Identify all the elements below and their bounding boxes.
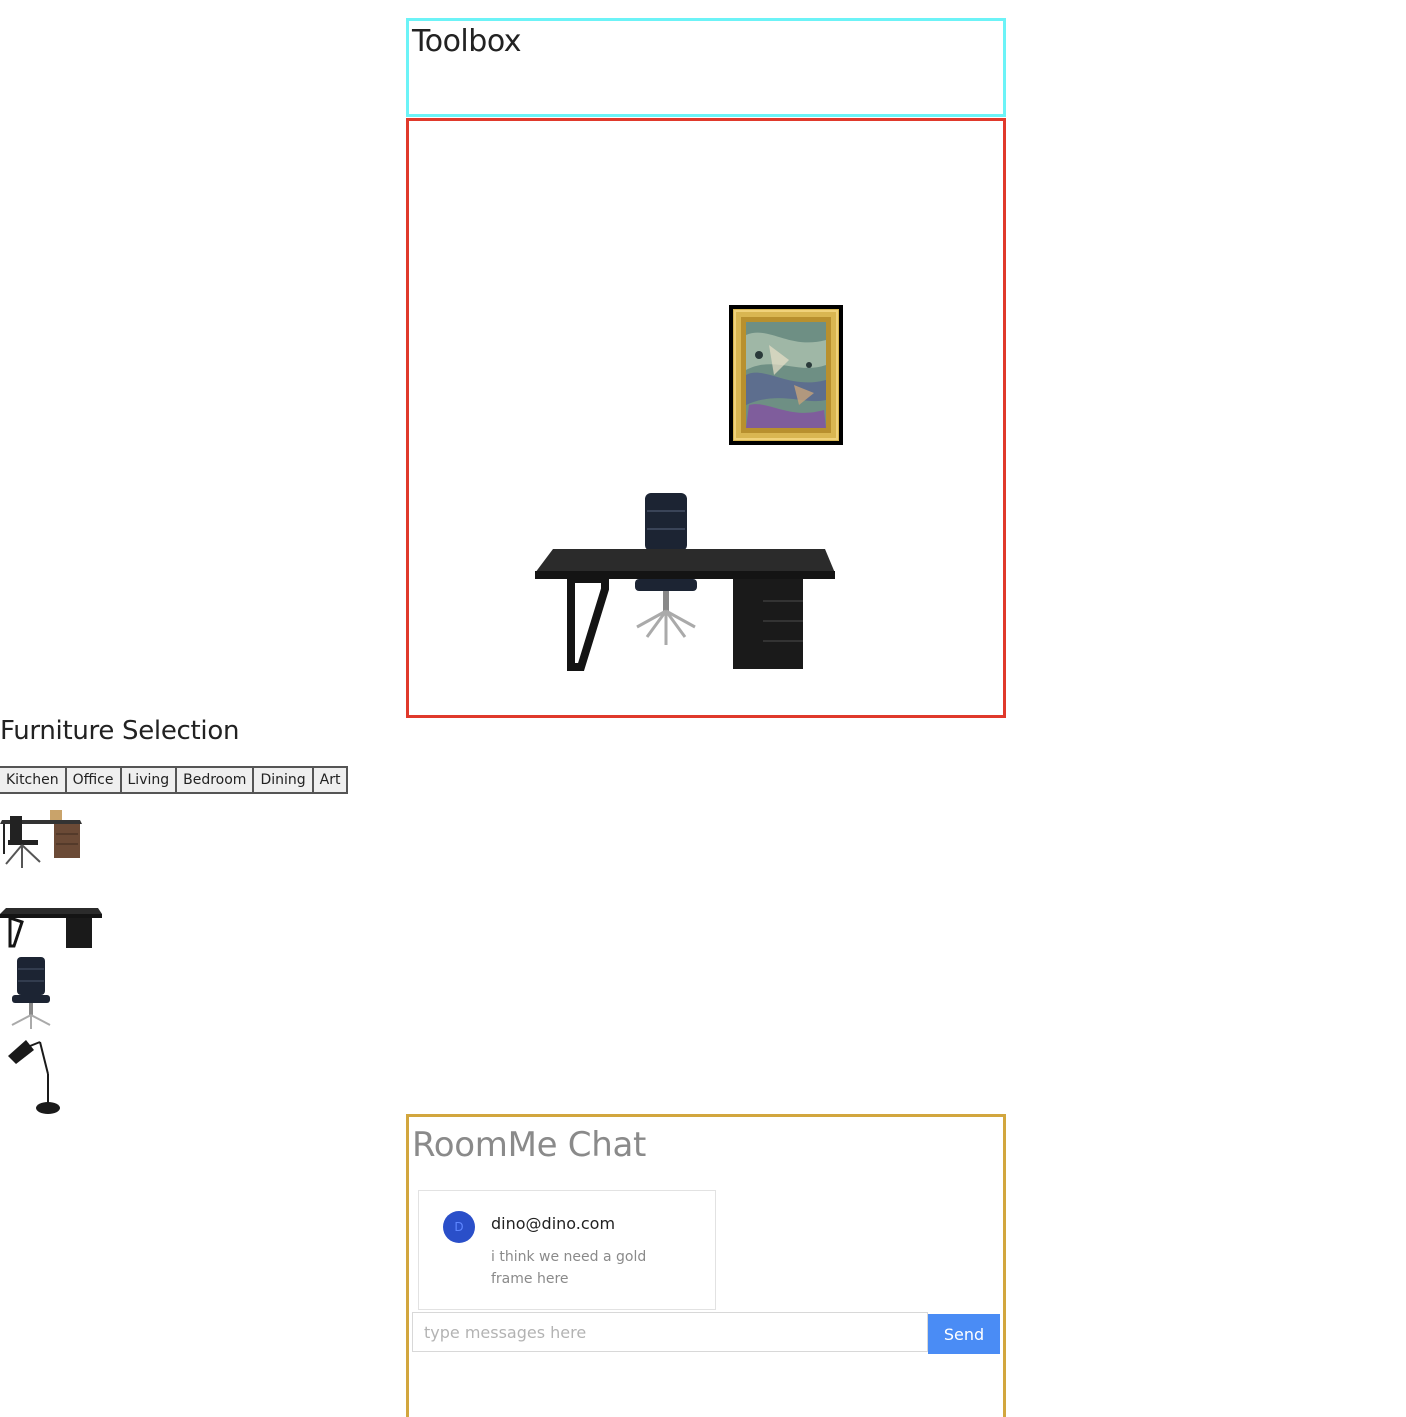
chat-title: RoomMe Chat xyxy=(412,1125,647,1165)
furniture-item-desk-set[interactable] xyxy=(0,806,84,872)
canvas-item-framed-painting[interactable] xyxy=(729,305,843,445)
furniture-item-desk-lamp[interactable] xyxy=(0,1034,64,1116)
furniture-item-black-desk[interactable] xyxy=(0,904,104,950)
room-canvas[interactable] xyxy=(406,118,1006,718)
chat-message: D dino@dino.com i think we need a gold f… xyxy=(418,1190,716,1310)
avatar: D xyxy=(443,1211,475,1243)
toolbox-panel: Toolbox xyxy=(406,18,1006,117)
tab-bedroom[interactable]: Bedroom xyxy=(176,766,254,794)
send-button[interactable]: Send xyxy=(928,1314,1000,1354)
furniture-item-office-chair[interactable] xyxy=(0,955,56,1031)
tab-living[interactable]: Living xyxy=(120,766,177,794)
message-text: i think we need a gold frame here xyxy=(491,1249,647,1287)
furniture-selection-title: Furniture Selection xyxy=(0,716,240,746)
chat-message-input[interactable] xyxy=(412,1312,928,1352)
canvas-item-desk-with-chair[interactable] xyxy=(535,489,837,671)
tab-art[interactable]: Art xyxy=(312,766,349,794)
message-author: dino@dino.com xyxy=(491,1214,616,1233)
toolbox-title: Toolbox xyxy=(412,24,522,59)
chat-panel: RoomMe Chat D dino@dino.com i think we n… xyxy=(406,1114,1006,1417)
category-tabs: Kitchen Office Living Bedroom Dining Art xyxy=(0,766,349,794)
tab-office[interactable]: Office xyxy=(65,766,121,794)
tab-kitchen[interactable]: Kitchen xyxy=(0,766,66,794)
tab-dining[interactable]: Dining xyxy=(253,766,313,794)
